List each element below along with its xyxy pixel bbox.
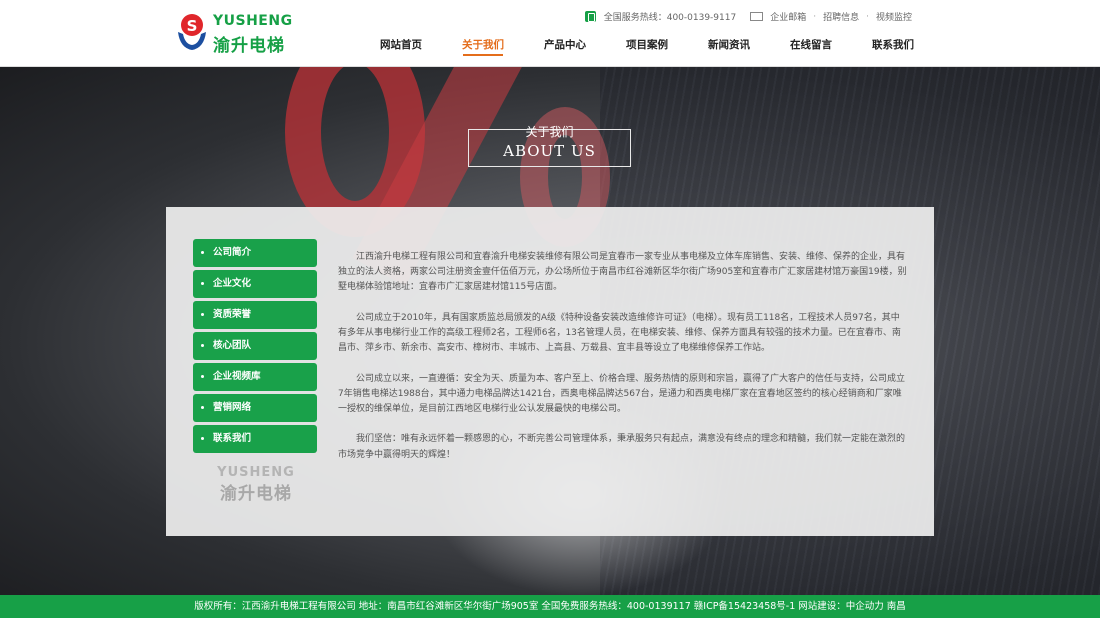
site-footer: 版权所有：江西渝升电梯工程有限公司 地址：南昌市红谷滩新区华尔街广场905室 全… <box>0 595 1100 618</box>
nav-contact[interactable]: 联系我们 <box>852 37 934 57</box>
phone-icon <box>584 11 596 22</box>
sidebar-item-team[interactable]: 核心团队 <box>193 332 317 360</box>
sidebar-item-label: 公司简介 <box>213 247 252 258</box>
bullet-icon <box>201 282 204 285</box>
link-recruitment[interactable]: 招聘信息 <box>823 10 859 23</box>
yusheng-logo-icon: S <box>178 14 206 50</box>
article-paragraph: 江西渝升电梯工程有限公司和宜春渝升电梯安装维修有限公司是宜春市一家专业从事电梯及… <box>338 252 907 293</box>
nav-home[interactable]: 网站首页 <box>360 37 442 57</box>
about-article: 江西渝升电梯工程有限公司和宜春渝升电梯安装维修有限公司是宜春市一家专业从事电梯及… <box>338 250 908 478</box>
sidebar-item-label: 核心团队 <box>213 340 252 351</box>
footer-text: 版权所有：江西渝升电梯工程有限公司 地址：南昌市红谷滩新区华尔街广场905室 全… <box>194 601 906 612</box>
sidebar-item-contact[interactable]: 联系我们 <box>193 425 317 453</box>
logo-text-en: YUSHENG <box>213 13 293 29</box>
separator-dot: · <box>866 11 869 22</box>
sidebar-logo-en: YUSHENG <box>217 465 295 480</box>
link-company-email[interactable]: 企业邮箱 <box>770 10 806 23</box>
sidebar-item-network[interactable]: 营销网络 <box>193 394 317 422</box>
sidebar-logo: YUSHENG 渝升电梯 <box>214 465 298 504</box>
site-header: S YUSHENG 渝升电梯 全国服务热线：400-0139-9117 企业邮箱… <box>0 0 1100 67</box>
sidebar-item-label: 资质荣誉 <box>213 309 252 320</box>
sidebar-logo-cn: 渝升电梯 <box>220 484 292 504</box>
about-title-cn: 关于我们 <box>469 123 630 140</box>
bullet-icon <box>201 251 204 254</box>
bullet-icon <box>201 375 204 378</box>
article-paragraph: 公司成立于2010年，具有国家质监总局颁发的A级《特种设备安装改造维修许可证》（… <box>338 312 901 354</box>
sidebar-item-label: 企业文化 <box>213 278 252 289</box>
about-title-en: ABOUT US <box>503 142 596 160</box>
bullet-icon <box>201 406 204 409</box>
about-title-box: 关于我们 ABOUT US <box>468 125 631 167</box>
about-title-cn-text: 关于我们 <box>525 125 574 139</box>
mail-icon <box>750 12 764 21</box>
link-video-monitor[interactable]: 视频监控 <box>876 10 912 23</box>
sidebar-item-label: 企业视频库 <box>213 371 261 382</box>
site-logo[interactable]: S YUSHENG 渝升电梯 <box>176 10 296 56</box>
sidebar-item-company-profile[interactable]: 公司简介 <box>193 239 317 267</box>
bullet-icon <box>201 437 204 440</box>
main-nav: 网站首页 关于我们 产品中心 项目案例 新闻资讯 在线留言 联系我们 <box>360 37 934 57</box>
content-panel: 公司简介 企业文化 资质荣誉 核心团队 企业视频库 营销网络 联系我们 YUSH… <box>166 207 934 536</box>
sidebar-item-label: 营销网络 <box>213 402 252 413</box>
nav-news[interactable]: 新闻资讯 <box>688 37 770 57</box>
svg-text:S: S <box>187 17 198 35</box>
sidebar-item-videos[interactable]: 企业视频库 <box>193 363 317 391</box>
nav-cases[interactable]: 项目案例 <box>606 37 688 57</box>
nav-message[interactable]: 在线留言 <box>770 37 852 57</box>
article-paragraph: 公司成立以来，一直遵循：安全为天、质量为本、客户至上、价格合理、服务热情的原则和… <box>338 373 906 414</box>
sidebar: 公司简介 企业文化 资质荣誉 核心团队 企业视频库 营销网络 联系我们 <box>193 239 317 456</box>
top-links: 全国服务热线：400-0139-9117 企业邮箱 · 招聘信息 · 视频监控 <box>584 10 912 23</box>
sidebar-item-label: 联系我们 <box>213 433 252 444</box>
separator-dot: · <box>813 11 817 22</box>
nav-products[interactable]: 产品中心 <box>524 37 606 57</box>
sidebar-item-culture[interactable]: 企业文化 <box>193 270 317 298</box>
hotline-text: 全国服务热线：400-0139-9117 <box>603 13 737 23</box>
nav-about[interactable]: 关于我们 <box>442 37 524 57</box>
bullet-icon <box>201 313 204 316</box>
article-paragraph: 我们坚信：唯有永远怀着一颗感恩的心，不断完善公司管理体系，秉承服务只有起点，满意… <box>338 434 906 460</box>
bullet-icon <box>201 344 204 347</box>
logo-text-cn: 渝升电梯 <box>213 36 285 56</box>
sidebar-item-honors[interactable]: 资质荣誉 <box>193 301 317 329</box>
